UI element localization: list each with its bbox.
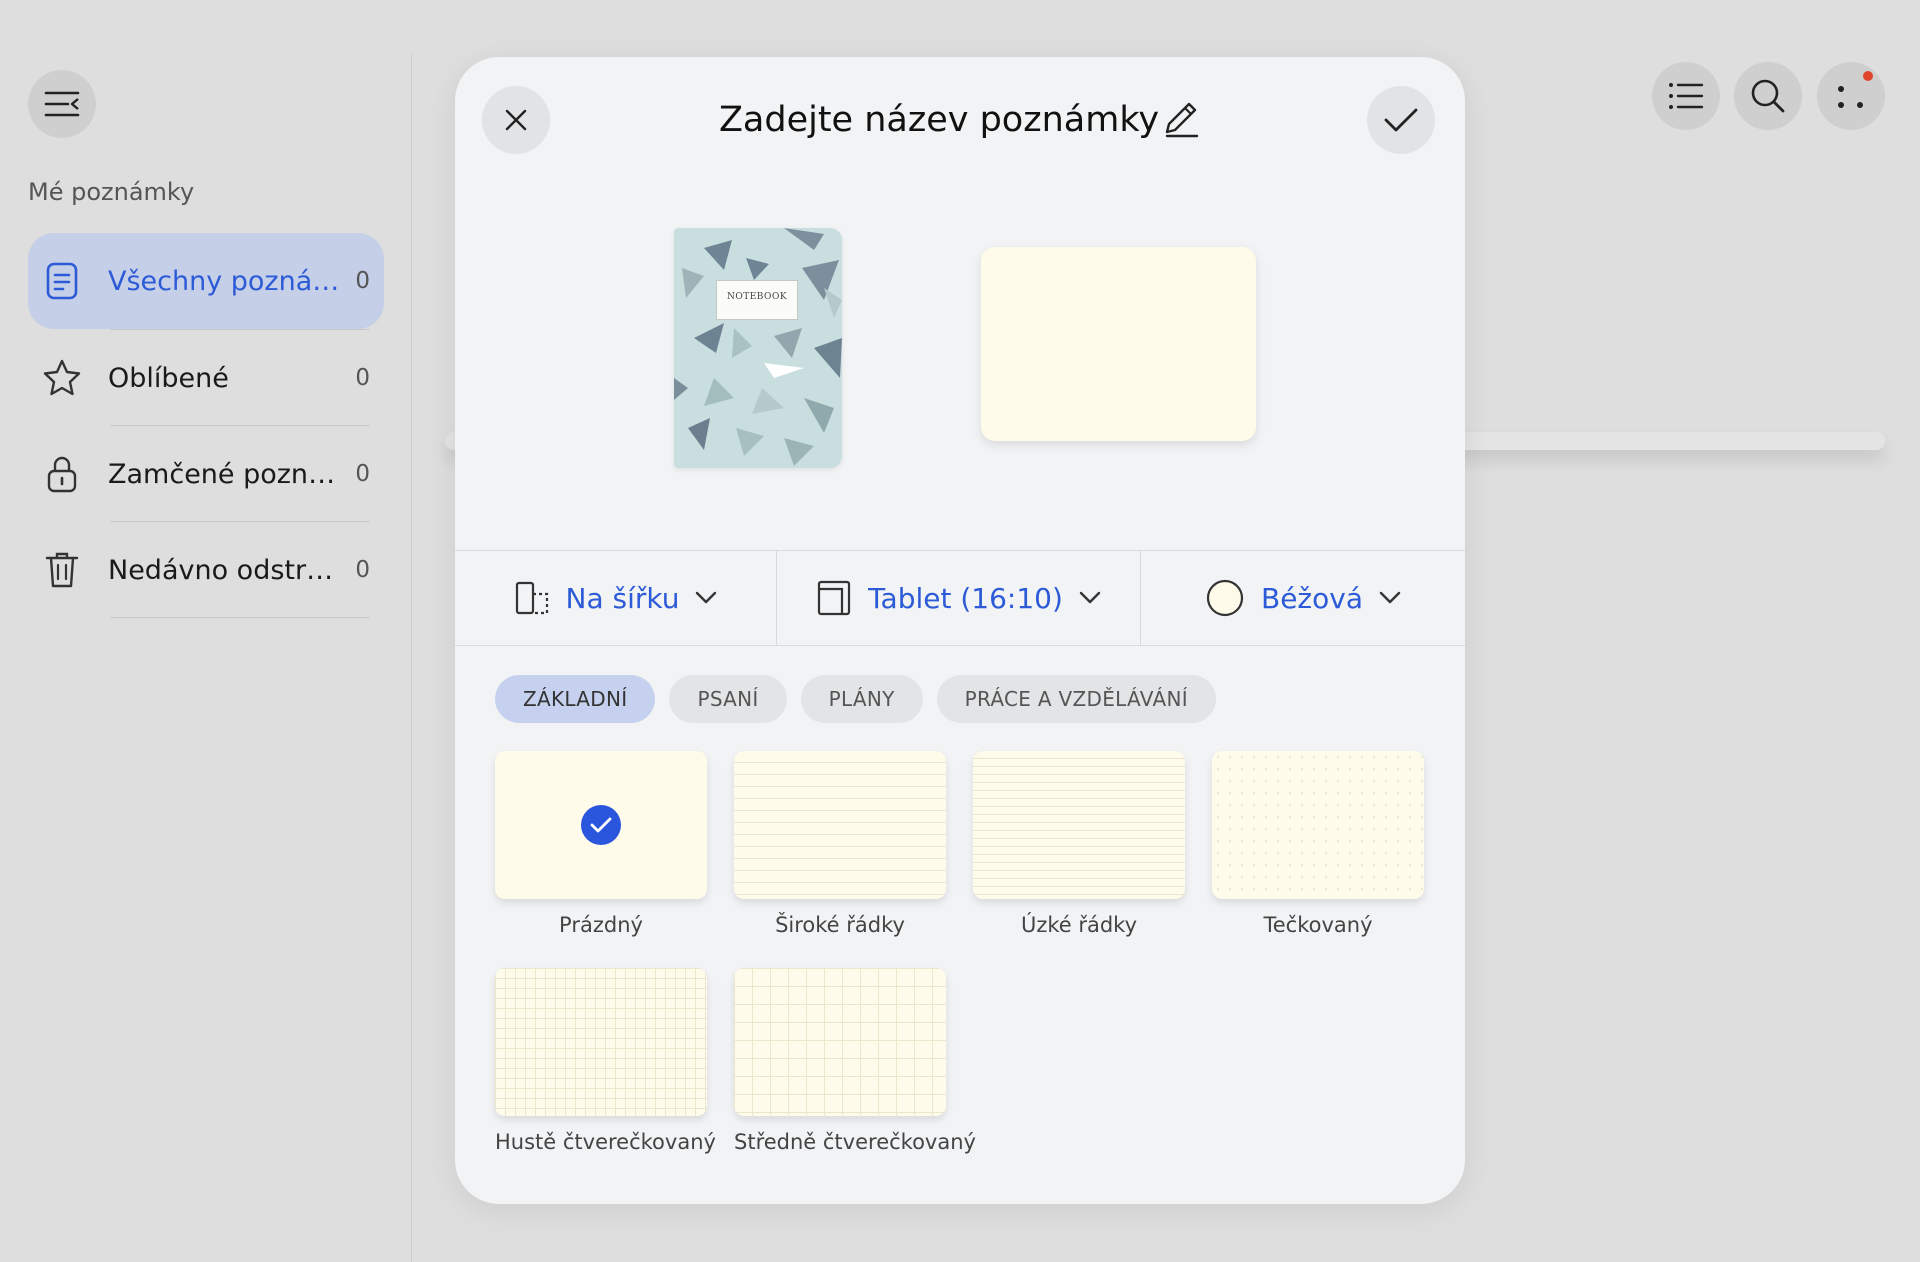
page-settings-row: Na šířku Tablet (16:10) Béžová (455, 550, 1465, 646)
pencil-icon (1165, 102, 1199, 138)
tab-plans[interactable]: PLÁNY (800, 675, 923, 723)
orientation-value: Na šířku (565, 581, 680, 615)
section-title: Mé poznámky (28, 178, 195, 206)
sidebar-item-recently-deleted[interactable]: Nedávno odstra… 0 (28, 522, 384, 618)
notification-dot (1863, 71, 1873, 81)
divider (110, 617, 370, 618)
template-thumbnail (734, 751, 946, 899)
template-thumbnail (1212, 751, 1424, 899)
list-icon (1669, 83, 1704, 109)
template-blank[interactable]: Prázdný (495, 751, 707, 937)
template-name: Středně čtverečkovaný (734, 1130, 976, 1154)
sidebar-item-label: Oblíbené (108, 362, 229, 394)
chevron-down-icon (1079, 591, 1101, 604)
template-thumbnail (973, 751, 1185, 899)
sidebar-item-label: Nedávno odstra… (108, 554, 348, 586)
selected-check-icon (581, 805, 621, 845)
template-narrow-lines[interactable]: Úzké řádky (973, 751, 1185, 937)
list-view-button[interactable] (1652, 62, 1720, 130)
cover-title: NOTEBOOK (726, 292, 788, 302)
color-swatch-icon (1206, 579, 1244, 617)
confirm-button[interactable] (1367, 86, 1435, 154)
page-size-value: Tablet (16:10) (868, 581, 1063, 615)
notebook-cover-preview[interactable]: NOTEBOOK (674, 228, 842, 468)
page-color-value: Béžová (1261, 581, 1363, 615)
new-note-dialog: Zadejte název poznámky NOTEBOOK Na šířku… (455, 57, 1465, 1204)
page-size-dropdown[interactable]: Tablet (16:10) (777, 551, 1141, 645)
menu-collapse-icon (44, 91, 80, 117)
sidebar-item-locked-notes[interactable]: Zamčené pozná… 0 (28, 426, 384, 522)
sidebar-item-count: 0 (355, 268, 370, 294)
trash-icon (28, 550, 96, 590)
sidebar-item-favorites[interactable]: Oblíbené 0 (28, 330, 384, 426)
template-dotted[interactable]: Tečkovaný (1212, 751, 1424, 937)
chevron-down-icon (696, 591, 717, 604)
template-thumbnail (495, 751, 707, 899)
sidebar-item-label: Všechny pozná… (108, 265, 340, 297)
chevron-down-icon (1379, 591, 1401, 604)
sidebar-item-label: Zamčené pozná… (108, 458, 348, 490)
page-preview (981, 247, 1256, 441)
tab-work-education[interactable]: PRÁCE A VZDĚLÁVÁNÍ (936, 675, 1216, 723)
sidebar-item-all-notes[interactable]: Všechny pozná… 0 (28, 233, 384, 329)
sidebar-divider (411, 54, 412, 1262)
orientation-icon (515, 581, 548, 615)
note-title-text: Zadejte název poznámky (718, 100, 1160, 140)
sidebar: Mé poznámky Všechny pozná… 0 Oblíbené 0 (0, 0, 411, 1262)
more-button[interactable] (1817, 62, 1885, 130)
lock-icon (28, 454, 96, 494)
note-icon (28, 261, 96, 301)
template-name: Prázdný (559, 913, 643, 937)
sidebar-item-count: 0 (355, 557, 370, 583)
cover-pattern (674, 228, 842, 466)
template-name: Úzké řádky (1020, 913, 1138, 937)
cover-label: NOTEBOOK (716, 280, 798, 320)
search-icon (1751, 79, 1785, 113)
check-icon (1384, 108, 1418, 132)
template-name: Hustě čtverečkovaný (495, 1130, 716, 1154)
menu-button[interactable] (28, 70, 96, 138)
search-button[interactable] (1734, 62, 1802, 130)
tab-basic[interactable]: ZÁKLADNÍ (495, 675, 656, 723)
template-dense-grid[interactable]: Hustě čtverečkovaný (495, 968, 716, 1154)
template-wide-lines[interactable]: Široké řádky (734, 751, 946, 937)
tab-writing[interactable]: PSANÍ (669, 675, 787, 723)
star-icon (28, 358, 96, 398)
page-size-icon (817, 580, 851, 616)
more-icon (1838, 86, 1863, 108)
note-title-field[interactable]: Zadejte název poznámky (455, 100, 1465, 140)
template-medium-grid[interactable]: Středně čtverečkovaný (734, 968, 976, 1154)
sidebar-item-count: 0 (355, 365, 370, 391)
template-thumbnail (495, 968, 707, 1116)
template-thumbnail (734, 968, 946, 1116)
template-category-tabs: ZÁKLADNÍ PSANÍ PLÁNY PRÁCE A VZDĚLÁVÁNÍ (495, 675, 1216, 723)
page-color-dropdown[interactable]: Béžová (1141, 551, 1465, 645)
sidebar-item-count: 0 (355, 461, 370, 487)
template-name: Tečkovaný (1263, 913, 1373, 937)
orientation-dropdown[interactable]: Na šířku (455, 551, 777, 645)
template-name: Široké řádky (775, 913, 905, 937)
